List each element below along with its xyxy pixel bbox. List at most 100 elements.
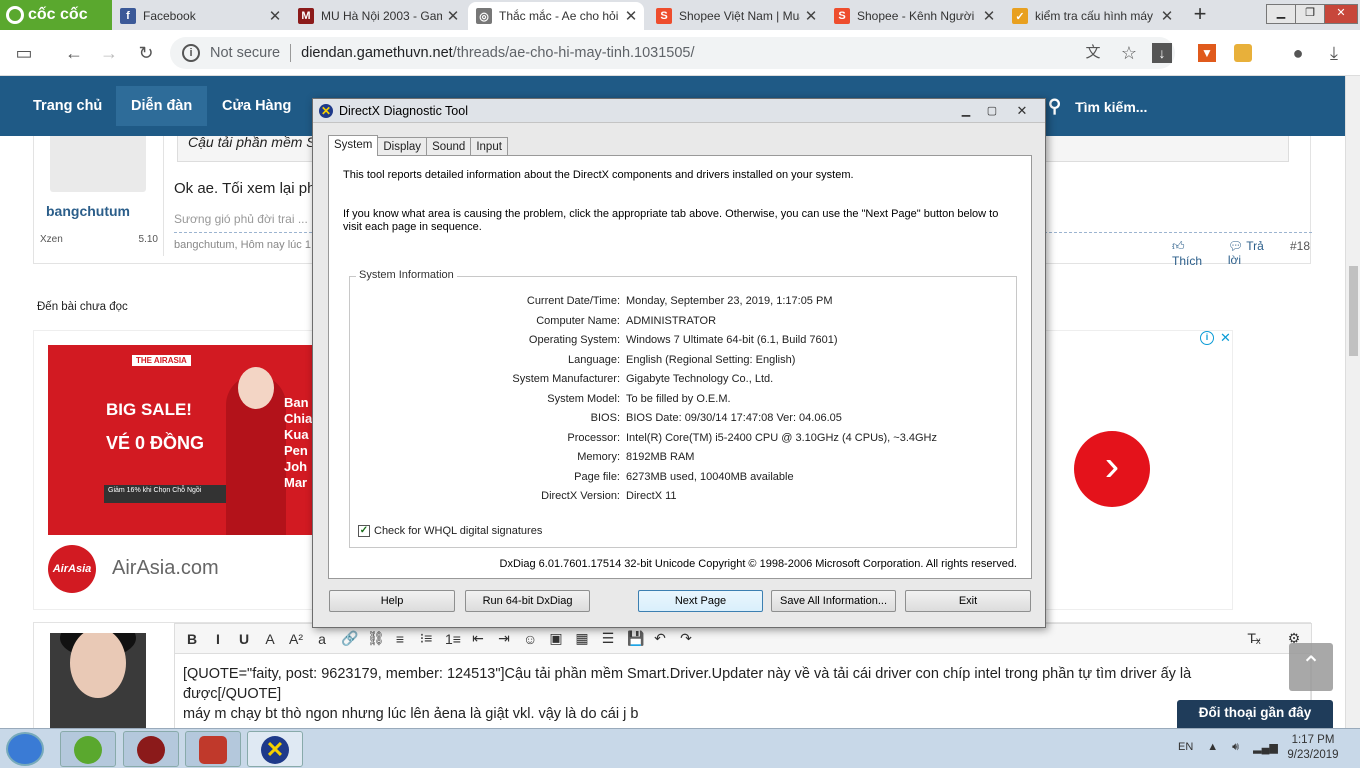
taskbar-coccoc[interactable]: [60, 731, 116, 767]
ad-domain[interactable]: AirAsia.com: [112, 557, 219, 580]
tab-sound[interactable]: Sound: [426, 137, 472, 156]
editor-tool-icon[interactable]: A²: [289, 631, 303, 647]
new-tab-button[interactable]: +: [1186, 2, 1214, 28]
volume-icon[interactable]: 🔊︎: [1232, 741, 1239, 754]
editor-tool-icon[interactable]: ⇤: [471, 630, 485, 647]
close-window-button[interactable]: ✕: [1324, 4, 1358, 24]
scrollbar-thumb[interactable]: [1349, 266, 1358, 356]
dxdiag-titlebar[interactable]: ✕ DirectX Diagnostic Tool ▁ ▢ ✕: [313, 99, 1045, 123]
browser-tab[interactable]: M MU Hà Nội 2003 - Gamet ✕: [290, 2, 466, 30]
editor-text[interactable]: [QUOTE="faity, post: 9623179, member: 12…: [183, 664, 1283, 724]
search-link[interactable]: ⚲ Tìm kiếm...: [1048, 86, 1147, 126]
editor-tool-icon[interactable]: ▦: [575, 630, 589, 647]
avatar[interactable]: [50, 633, 146, 731]
like-button[interactable]: 👍︎ Thích: [1172, 239, 1214, 268]
close-tab-icon[interactable]: ✕: [446, 7, 460, 25]
editor-tool-icon[interactable]: A: [263, 631, 277, 647]
scroll-to-top-button[interactable]: ⌃: [1289, 643, 1333, 691]
editor-tool-icon[interactable]: ☺: [523, 631, 537, 647]
dx-maximize-button[interactable]: ▢: [981, 103, 1003, 119]
taskbar-network[interactable]: [185, 731, 241, 767]
dx-minimize-button[interactable]: ▁: [955, 103, 977, 119]
editor-tool-icon[interactable]: I: [211, 631, 225, 647]
editor-tool-icon[interactable]: 🔗: [341, 630, 358, 647]
clear-format-icon[interactable]: T̶ₓ: [1247, 630, 1261, 647]
taskbar-dxdiag[interactable]: ✕: [247, 731, 303, 767]
ad-next-arrow-icon[interactable]: ›: [1074, 431, 1150, 507]
close-tab-icon[interactable]: ✕: [804, 7, 818, 25]
editor-tool-icon[interactable]: ≡: [393, 631, 407, 647]
editor-tool-icon[interactable]: ⇥: [497, 630, 511, 647]
editor-tool-icon[interactable]: ▣: [549, 630, 563, 647]
tray-expand-icon[interactable]: ▲: [1207, 741, 1218, 754]
close-tab-icon[interactable]: ✕: [268, 7, 282, 25]
tab-system[interactable]: System: [328, 135, 379, 156]
forward-icon[interactable]: →: [97, 41, 121, 65]
recent-conversations-button[interactable]: Đối thoại gần đây: [1177, 700, 1333, 728]
ad-close-icon[interactable]: ✕: [1220, 330, 1231, 346]
message-editor[interactable]: B I U A A² a 🔗 ⛓ ≡ ⁝≡ 1≡ ⇤ ⇥ ☺ ▣ ▦ ☰ 💾 ↶ ↷ T̶ₓ ⚙ [QUOTE="fa…: [174, 623, 1312, 733]
dx-close-button[interactable]: ✕: [1011, 103, 1033, 119]
editor-tool-icon[interactable]: 1≡: [445, 631, 461, 647]
translate-icon[interactable]: 文: [1081, 41, 1105, 65]
taskbar-mu[interactable]: [123, 731, 179, 767]
ad-info-icon[interactable]: i: [1200, 331, 1214, 345]
editor-tool-icon[interactable]: ↶: [653, 630, 667, 647]
tab-input[interactable]: Input: [470, 137, 508, 156]
help-button[interactable]: Help: [329, 590, 455, 612]
reload-icon[interactable]: ↻: [134, 41, 158, 65]
maximize-button[interactable]: ❐: [1295, 4, 1325, 24]
editor-tool-icon[interactable]: ↷: [679, 630, 693, 647]
editor-tool-icon[interactable]: ☰: [601, 630, 615, 647]
editor-tool-icon[interactable]: B: [185, 631, 199, 647]
address-bar[interactable]: i Not secure diendan.gamethuvn.net /thre…: [170, 37, 1175, 69]
tab-display[interactable]: Display: [377, 137, 428, 156]
coccoc-logo[interactable]: cốc cốc: [0, 0, 112, 30]
profile-icon[interactable]: ●: [1286, 41, 1310, 65]
mu-icon: [137, 736, 165, 764]
run-64bit-button[interactable]: Run 64-bit DxDiag: [465, 590, 590, 612]
editor-tool-icon[interactable]: ⛓: [367, 630, 385, 647]
close-tab-icon[interactable]: ✕: [982, 7, 996, 25]
whql-checkbox[interactable]: ✓ Check for WHQL digital signatures: [358, 525, 542, 537]
browser-tab[interactable]: S Shopee Việt Nam | Mua ✕: [648, 2, 824, 30]
back-icon[interactable]: ←: [62, 41, 86, 65]
next-page-button[interactable]: Next Page: [638, 590, 763, 612]
download-page-icon[interactable]: ↓: [1152, 43, 1172, 63]
exit-button[interactable]: Exit: [905, 590, 1031, 612]
save-all-button[interactable]: Save All Information...: [771, 590, 896, 612]
airasia-logo[interactable]: AirAsia: [48, 545, 96, 593]
clock[interactable]: 1:17 PM 9/23/2019: [1280, 733, 1346, 763]
extension-icon[interactable]: [1234, 44, 1252, 62]
avatar[interactable]: [50, 136, 146, 192]
username-link[interactable]: bangchutum: [46, 203, 130, 219]
close-tab-icon[interactable]: ✕: [624, 7, 638, 25]
start-button[interactable]: [6, 732, 44, 766]
info-icon[interactable]: i: [182, 44, 200, 62]
star-icon[interactable]: ☆: [1117, 41, 1141, 65]
sidebar-toggle-icon[interactable]: ▭: [12, 41, 36, 65]
close-tab-icon[interactable]: ✕: [1160, 7, 1174, 25]
network-signal-icon[interactable]: ▂▄▆: [1253, 741, 1278, 754]
page-scrollbar[interactable]: [1345, 76, 1360, 728]
dxdiag-tabs: System Display Sound Input: [328, 135, 508, 156]
ad-banner-image[interactable]: THE AIRASIA BIG SALE! VÉ 0 ĐỒNG Giảm 16%…: [48, 345, 318, 535]
reply-button[interactable]: 💬︎ Trả lời: [1228, 239, 1276, 268]
editor-tool-icon[interactable]: a: [315, 631, 329, 647]
browser-tab[interactable]: ◎ Thắc mắc - Ae cho hỏi m ✕: [468, 2, 644, 30]
editor-tool-icon[interactable]: 💾: [627, 630, 644, 647]
extension-icon[interactable]: ▼: [1198, 44, 1216, 62]
nav-store[interactable]: Cửa Hàng: [207, 86, 306, 126]
editor-tool-icon[interactable]: ⁝≡: [419, 630, 433, 647]
browser-tab[interactable]: f Facebook ✕: [112, 2, 288, 30]
minimize-button[interactable]: ▁: [1266, 4, 1296, 24]
nav-forums[interactable]: Diễn đàn: [116, 86, 208, 126]
language-indicator[interactable]: EN: [1178, 741, 1193, 754]
downloads-icon[interactable]: ⤓: [1322, 41, 1346, 65]
editor-tool-icon[interactable]: U: [237, 631, 251, 647]
post-number[interactable]: #18: [1290, 239, 1310, 268]
browser-tab[interactable]: S Shopee - Kênh Người bá ✕: [826, 2, 1002, 30]
browser-tab[interactable]: ✓ kiểm tra cấu hình máy tín ✕: [1004, 2, 1180, 30]
nav-home[interactable]: Trang chủ: [18, 86, 117, 126]
unread-link[interactable]: Đến bài chưa đọc: [37, 301, 128, 313]
